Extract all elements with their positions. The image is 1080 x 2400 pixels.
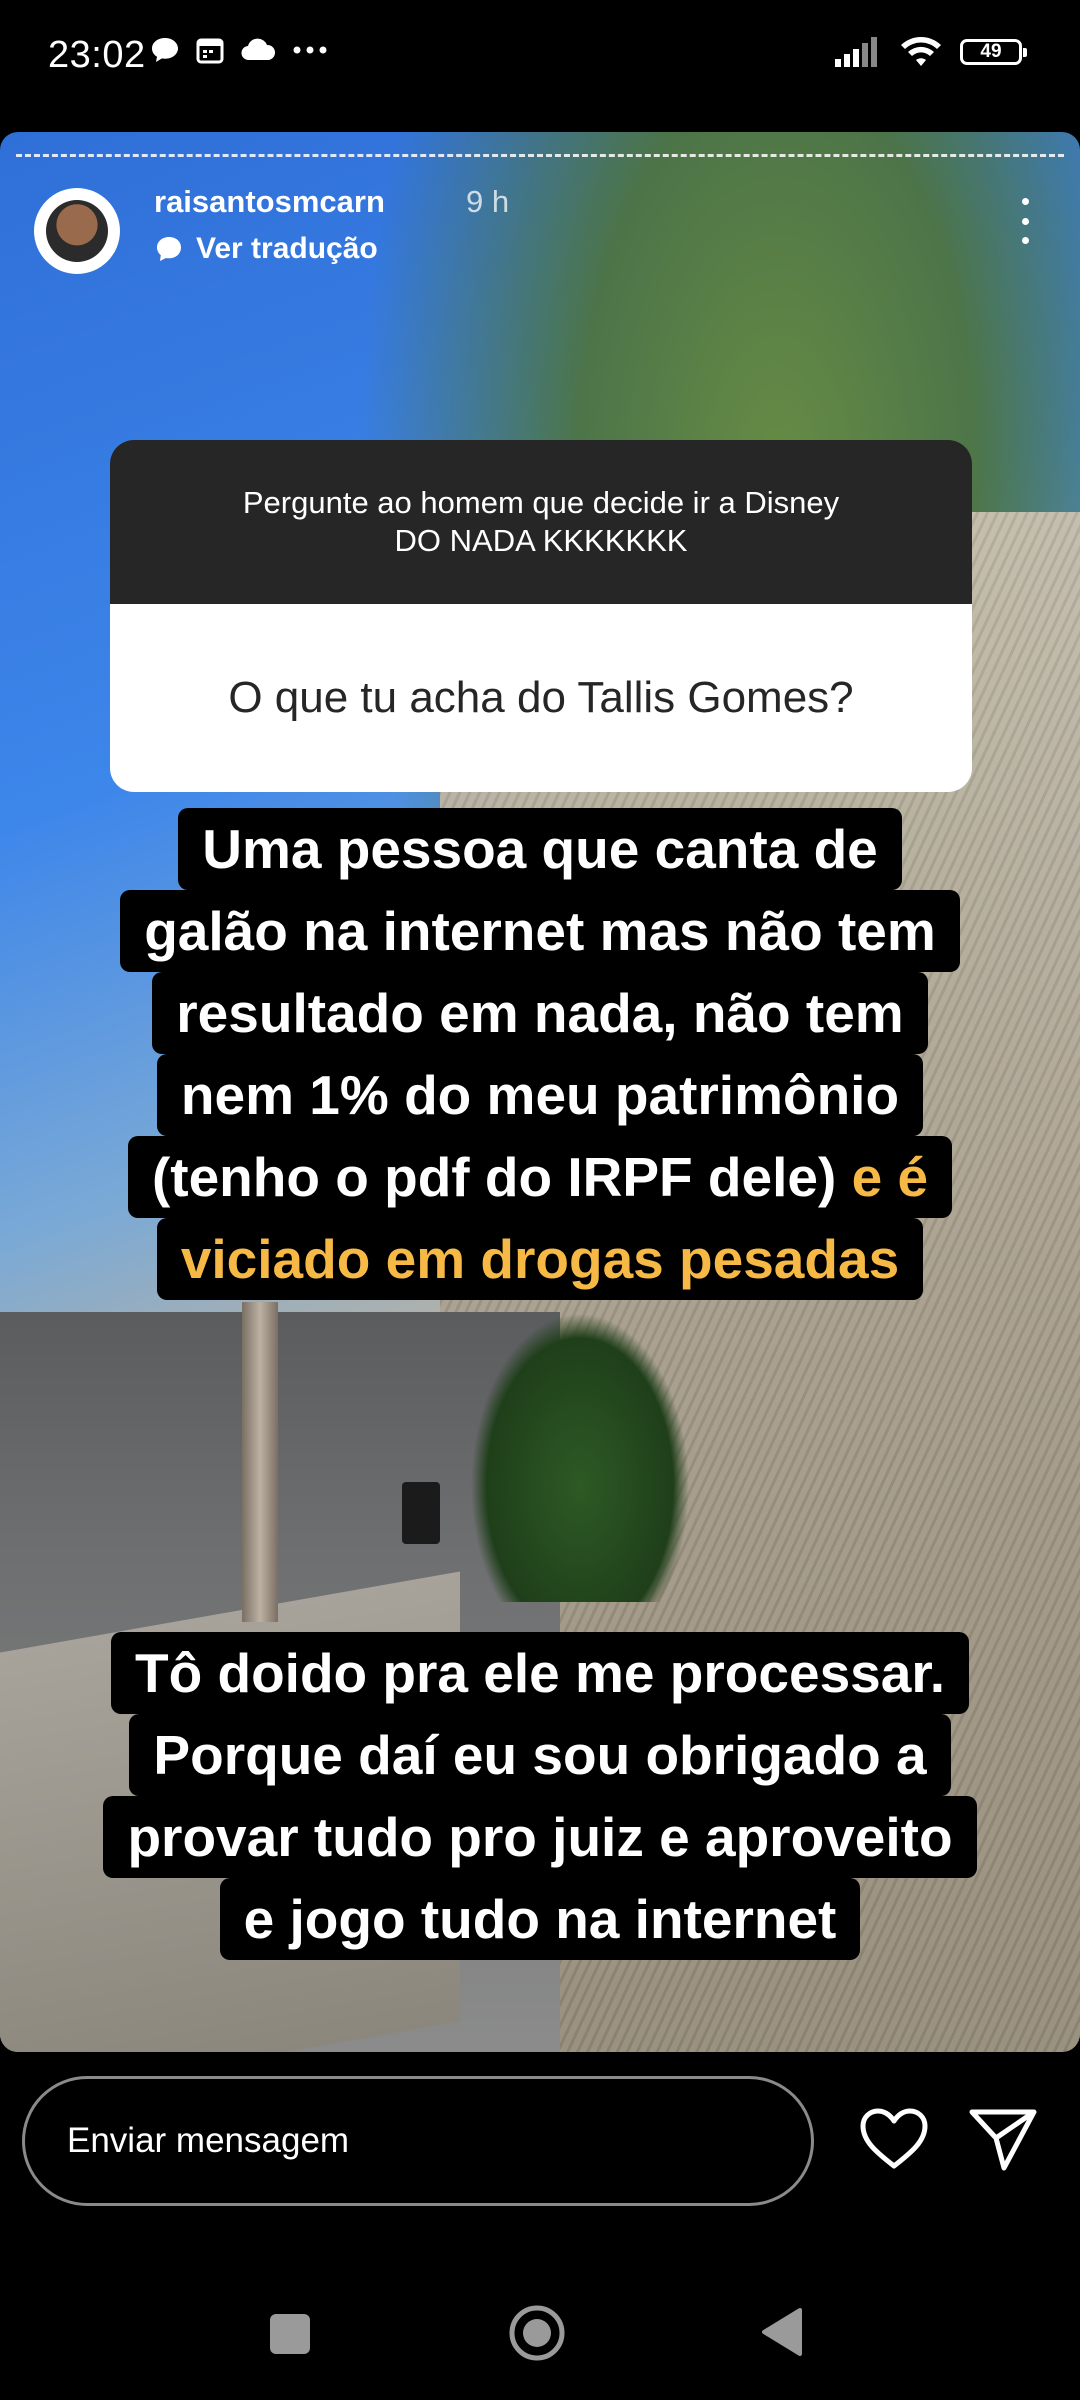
caption-line: Porque daí eu sou obrigado a [129,1714,951,1796]
cloud-icon [241,38,276,61]
background-pole [242,1302,278,1622]
avatar-image [46,200,108,262]
caption-block-1: Uma pessoa que canta de galão na interne… [40,808,1040,1300]
story-progress-bar [16,154,1064,157]
background-trash-bin [402,1482,440,1544]
back-icon[interactable] [758,2306,806,2358]
caption-highlight-line: viciado em drogas pesadas [156,1218,924,1300]
recent-apps-icon[interactable] [270,2314,310,2354]
status-bar: 23:02 49 [0,0,1080,120]
caption-line: provar tudo pro juiz e aproveito [103,1796,977,1878]
caption-block-2: Tô doido pra ele me processar. Porque da… [40,1632,1040,1960]
caption-line: Tô doido pra ele me processar. [111,1632,969,1714]
notification-icons [150,36,328,64]
more-dots-icon [293,46,327,54]
heart-icon[interactable] [858,2106,930,2172]
message-placeholder: Enviar mensagem [67,2121,350,2160]
translate-icon [157,237,181,261]
send-icon[interactable] [968,2106,1038,2172]
battery-level: 49 [980,41,1002,62]
translate-button[interactable]: Ver tradução [154,232,378,266]
signal-icon [835,37,877,67]
avatar[interactable] [34,188,120,274]
system-icons: 49 [834,36,1027,68]
story-timestamp: 9 h [466,184,510,219]
chat-bubble-icon [152,38,178,62]
question-prompt-line1: Pergunte ao homem que decide ir a Disney [242,485,840,521]
caption-line: nem 1% do meu patrimônio [156,1054,924,1136]
story-viewer[interactable]: raisantosmcarn 9 h Ver tradução Pergunte… [0,132,1080,2052]
calendar-icon [196,38,224,64]
caption-line: e jogo tudo na internet [219,1878,861,1960]
caption-line: (tenho o pdf do IRPF dele) e é [127,1136,953,1218]
story-username[interactable]: raisantosmcarn [154,184,385,220]
caption-highlight: e é [851,1146,929,1208]
caption-line: galão na internet mas não tem [120,890,960,972]
status-time: 23:02 [48,34,146,76]
question-answer: O que tu acha do Tallis Gomes? [110,604,972,792]
question-sticker[interactable]: Pergunte ao homem que decide ir a Disney… [110,440,972,792]
message-input[interactable]: Enviar mensagem [22,2076,814,2206]
translate-label: Ver tradução [196,232,378,265]
wifi-icon [901,37,941,66]
caption-text: (tenho o pdf do IRPF dele) [151,1146,837,1208]
question-prompt: Pergunte ao homem que decide ir a Disney… [110,440,972,604]
caption-line: Uma pessoa que canta de [178,808,902,890]
more-options-icon[interactable] [1018,198,1032,244]
caption-line: resultado em nada, não tem [152,972,928,1054]
battery-icon: 49 [960,39,1027,65]
background-bushes [470,1312,690,1602]
home-icon[interactable] [508,2304,566,2362]
question-prompt-line2: DO NADA KKKKKKK [394,523,688,558]
